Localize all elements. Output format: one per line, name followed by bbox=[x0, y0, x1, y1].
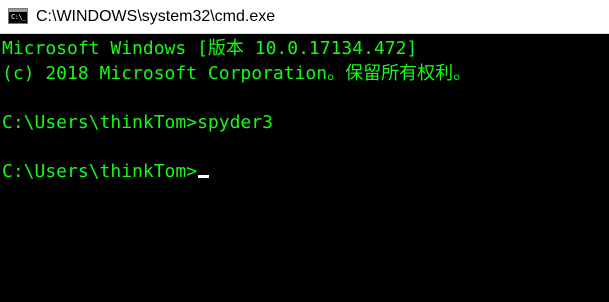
cmd-icon[interactable]: C:\_ bbox=[8, 8, 28, 24]
text-cursor bbox=[198, 174, 210, 178]
window-title: C:\WINDOWS\system32\cmd.exe bbox=[36, 8, 276, 25]
console-line-prompt[interactable]: C:\Users\thinkTom> bbox=[2, 160, 609, 185]
console-line-blank bbox=[2, 135, 609, 160]
console-line-version: Microsoft Windows [版本 10.0.17134.472] bbox=[2, 38, 418, 59]
cmd-icon-glyph: C:\_ bbox=[11, 13, 26, 21]
console-line-command: C:\Users\thinkTom>spyder3 bbox=[2, 111, 273, 133]
console-line-copyright: (c) 2018 Microsoft Corporation。保留所有权利。 bbox=[2, 62, 472, 84]
title-bar[interactable]: C:\_ C:\WINDOWS\system32\cmd.exe bbox=[0, 0, 609, 34]
cmd-icon-titlebar bbox=[9, 9, 27, 12]
prompt-text: C:\Users\thinkTom> bbox=[2, 160, 198, 182]
console-line-blank bbox=[2, 86, 609, 111]
cmd-window: C:\_ C:\WINDOWS\system32\cmd.exe Microso… bbox=[0, 0, 609, 302]
console-output[interactable]: Microsoft Windows [版本 10.0.17134.472] (c… bbox=[0, 34, 609, 302]
